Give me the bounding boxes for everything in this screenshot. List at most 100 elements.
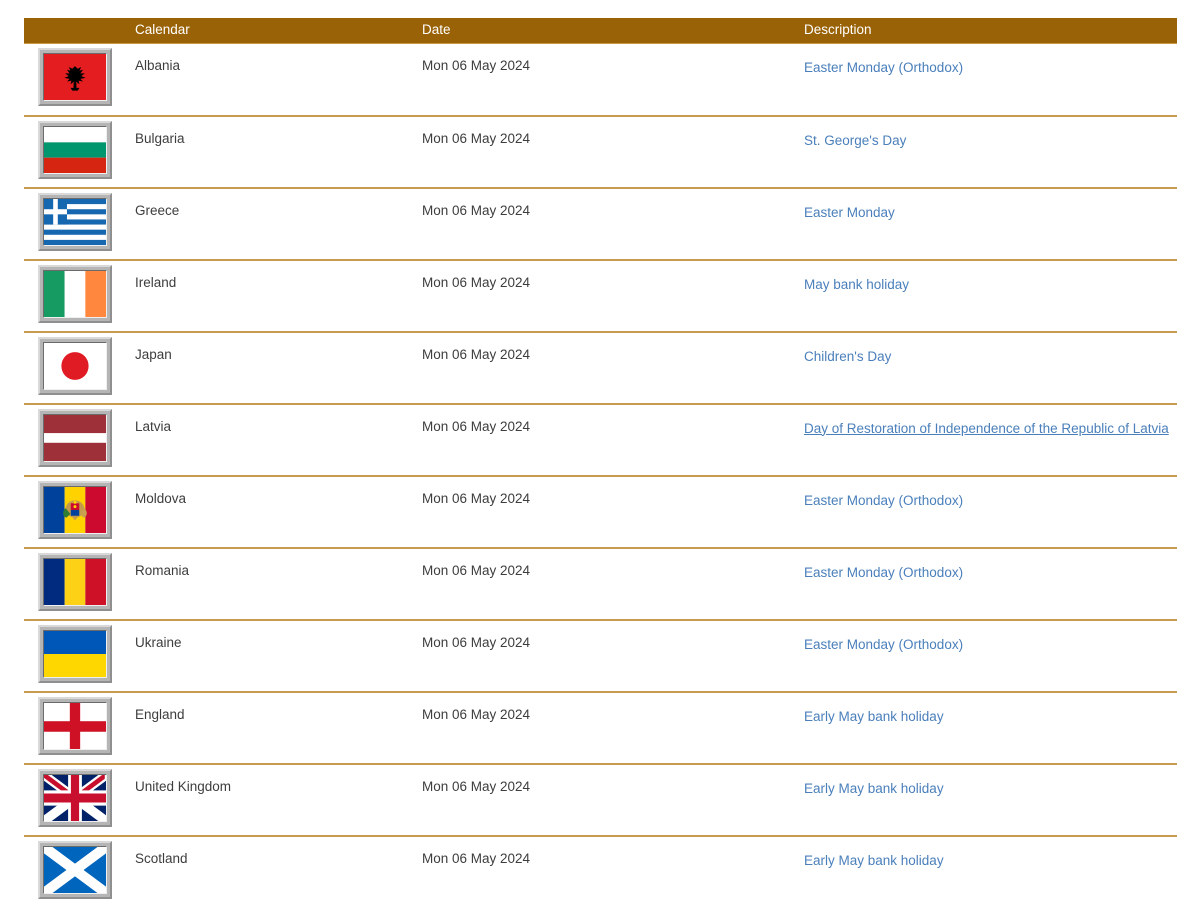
table-row: Moldova Mon 06 May 2024 Easter Monday (Ort… — [24, 475, 1177, 549]
holiday-description-link[interactable]: Early May bank holiday — [804, 709, 944, 724]
table-header: Calendar Date Description — [24, 18, 1177, 44]
table-row: Latvia Mon 06 May 2024 Day of Restoration … — [24, 403, 1177, 477]
holiday-date: Mon 06 May 2024 — [421, 691, 803, 765]
flag-image — [43, 53, 107, 101]
holiday-date: Mon 06 May 2024 — [421, 43, 803, 117]
column-header-flag — [24, 18, 134, 44]
holiday-description-cell: Easter Monday (Orthodox) — [803, 619, 1177, 693]
calendar-name: Ukraine — [134, 619, 421, 693]
flag-albania-icon — [38, 48, 112, 106]
holiday-description-cell: Easter Monday (Orthodox) — [803, 43, 1177, 117]
flag-cell — [24, 547, 134, 621]
flag-image — [43, 773, 107, 822]
calendar-name: Bulgaria — [134, 115, 421, 189]
holiday-description-link[interactable]: Easter Monday (Orthodox) — [804, 565, 963, 580]
holiday-description-cell: Day of Restoration of Independence of th… — [803, 403, 1177, 477]
holiday-description-link[interactable]: Easter Monday (Orthodox) — [804, 493, 963, 508]
flag-image — [43, 629, 107, 678]
calendar-name: Albania — [134, 43, 421, 117]
flag-cell — [24, 43, 134, 117]
flag-ireland-icon — [38, 264, 112, 323]
table-row: Scotland Mon 06 May 2024 Early May bank ho… — [24, 835, 1177, 908]
flag-image — [43, 701, 107, 750]
flag-united-kingdom-icon — [38, 768, 112, 827]
holiday-description-link[interactable]: Children's Day — [804, 349, 891, 364]
column-header-description[interactable]: Description — [803, 18, 1177, 44]
holiday-description-link[interactable]: Easter Monday — [804, 205, 895, 220]
holiday-description-cell: Early May bank holiday — [803, 835, 1177, 908]
flag-image — [43, 845, 107, 894]
flag-moldova-icon — [38, 480, 112, 539]
column-header-calendar[interactable]: Calendar — [134, 18, 421, 44]
calendar-name: United Kingdom — [134, 763, 421, 837]
flag-cell — [24, 259, 134, 333]
calendar-name: Greece — [134, 187, 421, 261]
holiday-date: Mon 06 May 2024 — [421, 475, 803, 549]
column-header-date[interactable]: Date — [421, 18, 803, 44]
flag-cell — [24, 691, 134, 765]
holiday-date: Mon 06 May 2024 — [421, 187, 803, 261]
flag-cell — [24, 331, 134, 405]
holiday-description-cell: Easter Monday (Orthodox) — [803, 475, 1177, 549]
flag-romania-icon — [38, 552, 112, 611]
table-row: Albania Mon 06 May 2024 Easter Monday (Ort… — [24, 43, 1177, 117]
flag-ukraine-icon — [38, 624, 112, 683]
table-row: Ukraine Mon 06 May 2024 Easter Monday (Ort… — [24, 619, 1177, 693]
calendar-name: Moldova — [134, 475, 421, 549]
flag-bulgaria-icon — [38, 120, 112, 179]
flag-image — [43, 557, 107, 606]
holiday-description-cell: May bank holiday — [803, 259, 1177, 333]
holiday-date: Mon 06 May 2024 — [421, 331, 803, 405]
holiday-description-link[interactable]: St. George's Day — [804, 133, 906, 148]
calendar-name: England — [134, 691, 421, 765]
holiday-date: Mon 06 May 2024 — [421, 547, 803, 621]
holiday-description-cell: St. George's Day — [803, 115, 1177, 189]
flag-cell — [24, 619, 134, 693]
holiday-date: Mon 06 May 2024 — [421, 763, 803, 837]
holiday-description-link[interactable]: Easter Monday (Orthodox) — [804, 637, 963, 652]
flag-cell — [24, 187, 134, 261]
holiday-table: Calendar Date Description Albania Mon 06 … — [24, 18, 1177, 908]
table-body: Albania Mon 06 May 2024 Easter Monday (Ort… — [24, 43, 1177, 908]
holiday-date: Mon 06 May 2024 — [421, 259, 803, 333]
holiday-calendar-page: Calendar Date Description Albania Mon 06 … — [0, 0, 1200, 908]
calendar-name: Ireland — [134, 259, 421, 333]
flag-england-icon — [38, 696, 112, 755]
flag-cell — [24, 403, 134, 477]
flag-latvia-icon — [38, 408, 112, 467]
flag-japan-icon — [38, 336, 112, 395]
holiday-description-cell: Children's Day — [803, 331, 1177, 405]
holiday-description-link[interactable]: Day of Restoration of Independence of th… — [804, 421, 1169, 436]
holiday-description-cell: Early May bank holiday — [803, 691, 1177, 765]
holiday-description-link[interactable]: May bank holiday — [804, 277, 909, 292]
flag-image — [43, 341, 107, 390]
table-header-row: Calendar Date Description — [24, 18, 1177, 44]
flag-scotland-icon — [38, 840, 112, 899]
table-row: Bulgaria Mon 06 May 2024 St. George's Day — [24, 115, 1177, 189]
table-row: England Mon 06 May 2024 Early May bank hol… — [24, 691, 1177, 765]
flag-image — [43, 197, 107, 246]
holiday-date: Mon 06 May 2024 — [421, 403, 803, 477]
table-row: Romania Mon 06 May 2024 Easter Monday (Ort… — [24, 547, 1177, 621]
holiday-description-link[interactable]: Early May bank holiday — [804, 781, 944, 796]
flag-cell — [24, 115, 134, 189]
table-row: Greece Mon 06 May 2024 Easter Monday — [24, 187, 1177, 261]
holiday-date: Mon 06 May 2024 — [421, 835, 803, 908]
flag-cell — [24, 475, 134, 549]
flag-image — [43, 485, 107, 534]
holiday-description-cell: Easter Monday (Orthodox) — [803, 547, 1177, 621]
holiday-description-link[interactable]: Easter Monday (Orthodox) — [804, 60, 963, 75]
table-row: United Kingdom Mon 06 May 2024 Early May b… — [24, 763, 1177, 837]
flag-image — [43, 269, 107, 318]
calendar-name: Scotland — [134, 835, 421, 908]
calendar-name: Romania — [134, 547, 421, 621]
holiday-description-cell: Easter Monday — [803, 187, 1177, 261]
table-row: Japan Mon 06 May 2024 Children's Day — [24, 331, 1177, 405]
holiday-date: Mon 06 May 2024 — [421, 619, 803, 693]
flag-image — [43, 125, 107, 174]
calendar-name: Latvia — [134, 403, 421, 477]
flag-cell — [24, 763, 134, 837]
flag-greece-icon — [38, 192, 112, 251]
calendar-name: Japan — [134, 331, 421, 405]
holiday-description-link[interactable]: Early May bank holiday — [804, 853, 944, 868]
